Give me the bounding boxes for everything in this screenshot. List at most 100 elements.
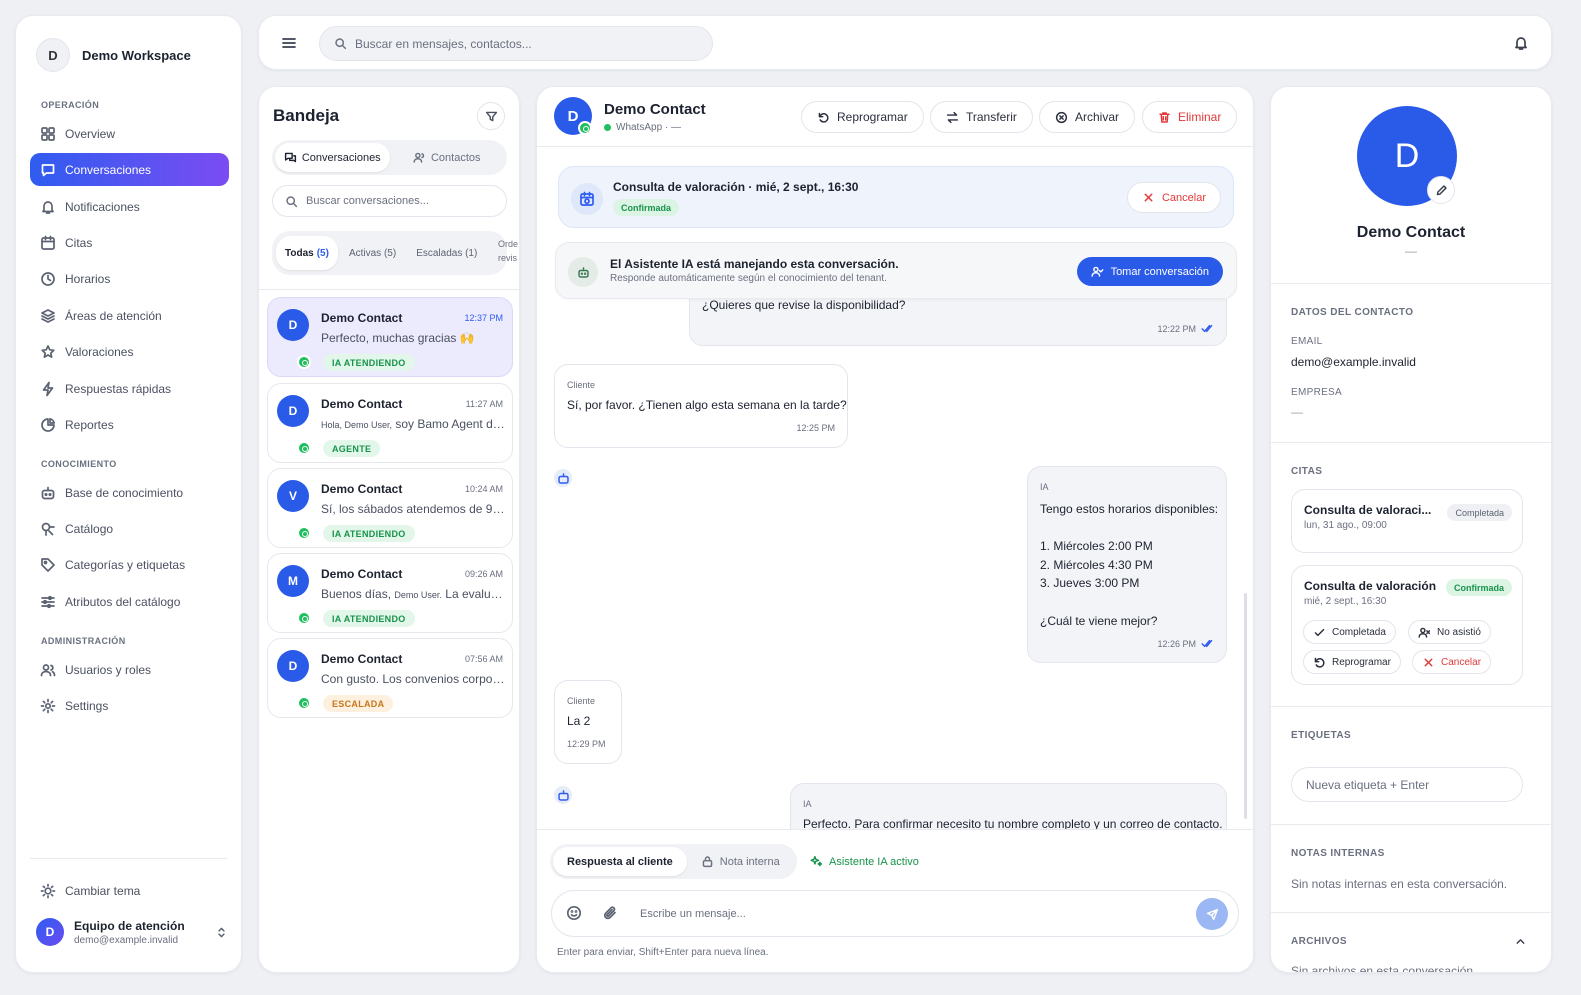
conversation-item[interactable]: D Demo Contact 11:27 AM Hola, Demo User,… [267,383,513,463]
conversation-name: Demo Contact [321,397,403,411]
contact-data-title: DATOS DEL CONTACTO [1291,307,1414,318]
contact-panel: D Demo Contact — DATOS DEL CONTACTO EMAI… [1270,86,1552,973]
message-input[interactable]: Escribe un mensaje... [551,890,1239,937]
filter-activas[interactable]: Activas (5) [340,236,405,270]
conversation-item[interactable]: D Demo Contact 12:37 PM Perfecto, muchas… [267,297,513,377]
mode-internal-note[interactable]: Nota interna [687,847,794,876]
transfer-button[interactable]: Transferir [930,101,1033,133]
chevron-up-icon[interactable] [1514,935,1527,948]
workspace-switcher[interactable]: D Demo Workspace [36,38,191,72]
notifications-bell-icon[interactable] [1513,35,1529,51]
sidebar-item-label: Respuestas rápidas [65,381,172,396]
theme-toggle[interactable]: Cambiar tema [30,874,229,907]
conversation-item[interactable]: M Demo Contact 09:26 AM Buenos días, Dem… [267,553,513,633]
sidebar-item-valoraciones[interactable]: Valoraciones [30,335,229,368]
message-bubble-client: Cliente La 2 12:29 PM [554,680,622,764]
attach-icon[interactable] [602,905,618,921]
send-button[interactable] [1196,898,1228,930]
avatar: D [277,395,309,427]
conversation-name: Demo Contact [321,567,403,581]
sidebar-item-areas[interactable]: Áreas de atención [30,299,229,332]
hamburger-icon[interactable] [281,35,297,51]
tab-contactos[interactable]: Contactos [390,143,505,172]
composer: Respuesta al cliente Nota interna Asiste… [537,829,1253,972]
sidebar-item-notificaciones[interactable]: Notificaciones [30,190,229,223]
inbox-title: Bandeja [273,106,340,125]
contact-avatar[interactable]: D [554,97,592,135]
cancel-appointment-button[interactable]: Cancelar [1126,182,1221,213]
conversation-time: 07:56 AM [464,654,503,664]
filter-todas[interactable]: Todas (5) [276,236,338,270]
channel-label: WhatsApp · — [616,122,682,133]
messages-scrollbar[interactable] [1244,593,1247,819]
chat-channel: WhatsApp · — [604,122,681,133]
message-time: 12:29 PM [567,739,606,749]
conversation-item[interactable]: V Demo Contact 10:24 AM Sí, los sábados … [267,468,513,548]
mode-label: Nota interna [719,855,780,868]
take-conversation-button[interactable]: Tomar conversación [1076,257,1223,286]
filter-label: Todas [285,247,314,259]
divider [1271,442,1551,443]
message-line-blank [1040,519,1218,538]
message-text: Perfecto. Para confirmar necesito tu nom… [803,817,1223,829]
sidebar-item-catalogo[interactable]: Catálogo [30,512,229,545]
sidebar-item-categorias[interactable]: Categorías y etiquetas [30,548,229,581]
user-email: demo@example.invalid [74,934,179,946]
sidebar-item-horarios[interactable]: Horarios [30,262,229,295]
appointment-card-date: lun, 31 ago., 09:00 [1304,520,1387,531]
filter-button[interactable] [477,102,505,130]
filter-escaladas[interactable]: Escaladas (1) [407,236,486,270]
theme-toggle-label: Cambiar tema [65,883,141,898]
new-tag-input[interactable]: Nueva etiqueta + Enter [1291,767,1523,802]
tab-label: Contactos [430,151,481,164]
user-x-icon [1418,627,1431,638]
sidebar-item-respuestas-rapidas[interactable]: Respuestas rápidas [30,372,229,405]
pie-icon [41,417,56,432]
mark-completed-button[interactable]: Completada [1303,620,1396,644]
messages-area[interactable]: ¿Quieres que revise la disponibilidad? 1… [537,299,1253,829]
sidebar-item-overview[interactable]: Overview [30,117,229,150]
bot-icon [568,257,598,287]
mode-client-reply[interactable]: Respuesta al cliente [553,847,687,876]
conversation-time: 11:27 AM [465,399,503,409]
sidebar-item-settings[interactable]: Settings [30,689,229,722]
transfer-icon [946,111,959,123]
archive-button[interactable]: Archivar [1039,101,1136,133]
sidebar-item-conversaciones[interactable]: Conversaciones [30,153,229,186]
grid-icon [41,126,55,141]
sidebar-item-usuarios[interactable]: Usuarios y roles [30,653,229,686]
appointment-card[interactable]: Consulta de valoración mié, 2 sept., 16:… [1291,565,1523,685]
notes-empty: Sin notas internas en esta conversación. [1291,877,1508,891]
message-text: Sí, por favor. ¿Tienen algo esta semana … [567,398,847,412]
search-icon [286,195,298,207]
message-sender: Cliente [567,380,596,390]
sidebar-item-reportes[interactable]: Reportes [30,408,229,441]
edit-avatar-button[interactable] [1427,176,1455,204]
inbox-tabs: Conversaciones Contactos [272,140,507,175]
conversation-search-input[interactable]: Buscar conversaciones... [272,185,507,217]
sidebar-item-citas[interactable]: Citas [30,226,229,259]
avatar: D [277,309,309,341]
reschedule-button[interactable]: Reprogramar [801,101,924,133]
tab-label: Conversaciones [301,151,381,164]
sidebar-item-atributos[interactable]: Atributos del catálogo [30,585,229,618]
sidebar-item-label: Conversaciones [65,162,152,177]
reschedule-appointment-button[interactable]: Reprogramar [1303,650,1401,674]
button-label: Eliminar [1178,110,1222,124]
mark-no-show-button[interactable]: No asistió [1408,620,1491,644]
tab-conversaciones[interactable]: Conversaciones [275,143,390,172]
cancel-appointment-button[interactable]: Cancelar [1412,650,1492,674]
sidebar-item-label: Notificaciones [65,199,140,214]
sidebar-item-base-conocimiento[interactable]: Base de conocimiento [30,476,229,509]
user-menu[interactable]: D Equipo de atención demo@example.invali… [36,918,228,946]
button-label: No asistió [1437,626,1481,638]
calendar-clock-icon [571,183,603,215]
order-selector[interactable]: Orde revis [498,237,522,265]
emoji-icon[interactable] [566,905,582,921]
gear-icon [40,698,56,713]
appointment-card[interactable]: Consulta de valoraci... lun, 31 ago., 09… [1291,489,1523,553]
conversation-item[interactable]: D Demo Contact 07:56 AM Con gusto. Los c… [267,638,513,718]
global-search-input[interactable]: Buscar en mensajes, contactos... [319,26,713,61]
delete-button[interactable]: Eliminar [1142,101,1238,133]
preview-text: Buenos días, [321,587,392,601]
